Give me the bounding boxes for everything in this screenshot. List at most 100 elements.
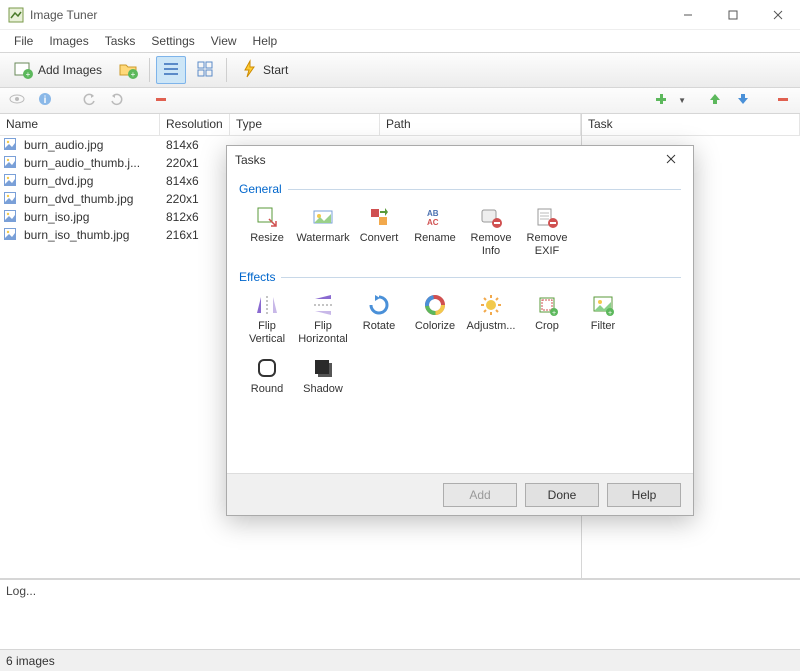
rotate-icon	[367, 293, 391, 317]
remove-task-button[interactable]	[772, 91, 794, 111]
group-effects-label: Effects	[239, 270, 681, 284]
statusbar: 6 images	[0, 649, 800, 671]
dropdown-arrow-icon[interactable]: ▼	[678, 96, 686, 105]
info-button[interactable]: i	[34, 91, 56, 111]
convert-icon	[367, 205, 391, 229]
task-remove-info[interactable]: Remove Info	[463, 200, 519, 262]
task-shadow[interactable]: Shadow	[295, 351, 351, 401]
filter-icon: +	[591, 293, 615, 317]
svg-text:i: i	[44, 95, 47, 106]
tasks-dialog: Tasks General ResizeWatermarkConvertABAC…	[226, 145, 694, 516]
rename-icon: ABAC	[423, 205, 447, 229]
remove-info-icon	[479, 205, 503, 229]
image-file-icon	[0, 192, 18, 207]
done-button[interactable]: Done	[525, 483, 599, 507]
task-rename[interactable]: ABACRename	[407, 200, 463, 262]
svg-text:AC: AC	[427, 218, 439, 227]
toolbar-separator	[226, 58, 227, 82]
add-images-button[interactable]: + Add Images	[6, 56, 109, 84]
preview-button[interactable]	[6, 91, 28, 111]
toolbar: + Add Images + Start	[0, 52, 800, 88]
col-resolution[interactable]: Resolution	[160, 114, 230, 135]
window-controls	[665, 0, 800, 30]
task-flip-vertical[interactable]: Flip Vertical	[239, 288, 295, 350]
task-watermark[interactable]: Watermark	[295, 200, 351, 262]
minimize-button[interactable]	[665, 0, 710, 30]
file-resolution: 216x1	[160, 228, 230, 242]
menu-tasks[interactable]: Tasks	[97, 32, 144, 50]
task-round[interactable]: Round	[239, 351, 295, 401]
file-resolution: 220x1	[160, 156, 230, 170]
view-list-button[interactable]	[156, 56, 186, 84]
start-label: Start	[263, 63, 288, 77]
view-thumbnails-button[interactable]	[190, 56, 220, 84]
task-label: Filter	[591, 320, 615, 333]
info-icon: i	[38, 92, 52, 109]
col-type[interactable]: Type	[230, 114, 380, 135]
image-file-icon	[0, 228, 18, 243]
menu-settings[interactable]: Settings	[143, 32, 202, 50]
adjustment-icon	[479, 293, 503, 317]
eye-icon	[9, 93, 25, 108]
task-adjustment[interactable]: Adjustm...	[463, 288, 519, 350]
task-resize[interactable]: Resize	[239, 200, 295, 262]
minus-icon	[776, 92, 790, 109]
maximize-button[interactable]	[710, 0, 755, 30]
round-icon	[255, 356, 279, 380]
task-label: Resize	[250, 232, 284, 245]
add-folder-button[interactable]: +	[113, 56, 143, 84]
task-flip-horizontal[interactable]: Flip Horizontal	[295, 288, 351, 350]
secondary-toolbar: i ▼	[0, 88, 800, 114]
svg-text:+: +	[131, 70, 136, 79]
task-colorize[interactable]: Colorize	[407, 288, 463, 350]
start-button[interactable]: Start	[233, 56, 295, 84]
task-up-button[interactable]	[704, 91, 726, 111]
colorize-icon	[423, 293, 447, 317]
col-task[interactable]: Task	[582, 114, 800, 135]
task-remove-exif[interactable]: Remove EXIF	[519, 200, 575, 262]
remove-image-button[interactable]	[150, 91, 172, 111]
rotate-right-button[interactable]	[106, 91, 128, 111]
task-label: Flip Vertical	[240, 320, 294, 345]
task-grid-general: Resize WatermarkConvertABACRenameRemove I…	[239, 200, 681, 262]
task-filter[interactable]: + Filter	[575, 288, 631, 350]
file-name: burn_audio.jpg	[18, 138, 160, 152]
dialog-close-button[interactable]	[657, 149, 685, 171]
task-label: Rotate	[363, 320, 395, 333]
menu-file[interactable]: File	[6, 32, 41, 50]
image-file-icon	[0, 138, 18, 153]
task-grid-effects: Flip VerticalFlip Horizontal Rotate Colori…	[239, 288, 681, 400]
close-icon	[666, 153, 676, 167]
image-file-icon	[0, 210, 18, 225]
task-label: Crop	[535, 320, 559, 333]
grid-view-icon	[196, 60, 214, 81]
col-path[interactable]: Path	[380, 114, 581, 135]
task-label: Remove EXIF	[520, 232, 574, 257]
task-down-button[interactable]	[732, 91, 754, 111]
plus-icon	[654, 92, 668, 109]
col-name[interactable]: Name	[0, 114, 160, 135]
file-resolution: 220x1	[160, 192, 230, 206]
shadow-icon	[311, 356, 335, 380]
help-button[interactable]: Help	[607, 483, 681, 507]
menubar: File Images Tasks Settings View Help	[0, 30, 800, 52]
close-button[interactable]	[755, 0, 800, 30]
menu-help[interactable]: Help	[245, 32, 286, 50]
add-task-button[interactable]	[650, 91, 672, 111]
rotate-left-icon	[82, 92, 96, 109]
file-resolution: 814x6	[160, 138, 230, 152]
task-label: Adjustm...	[467, 320, 516, 333]
add-images-icon: +	[13, 59, 33, 82]
task-crop[interactable]: +Crop	[519, 288, 575, 350]
log-text: Log...	[6, 584, 36, 598]
arrow-down-blue-icon	[736, 92, 750, 109]
dialog-title: Tasks	[235, 153, 657, 167]
task-convert[interactable]: Convert	[351, 200, 407, 262]
add-button[interactable]: Add	[443, 483, 517, 507]
menu-view[interactable]: View	[203, 32, 245, 50]
rotate-left-button[interactable]	[78, 91, 100, 111]
file-name: burn_audio_thumb.j...	[18, 156, 160, 170]
task-rotate[interactable]: Rotate	[351, 288, 407, 350]
resize-icon	[255, 205, 279, 229]
menu-images[interactable]: Images	[41, 32, 96, 50]
